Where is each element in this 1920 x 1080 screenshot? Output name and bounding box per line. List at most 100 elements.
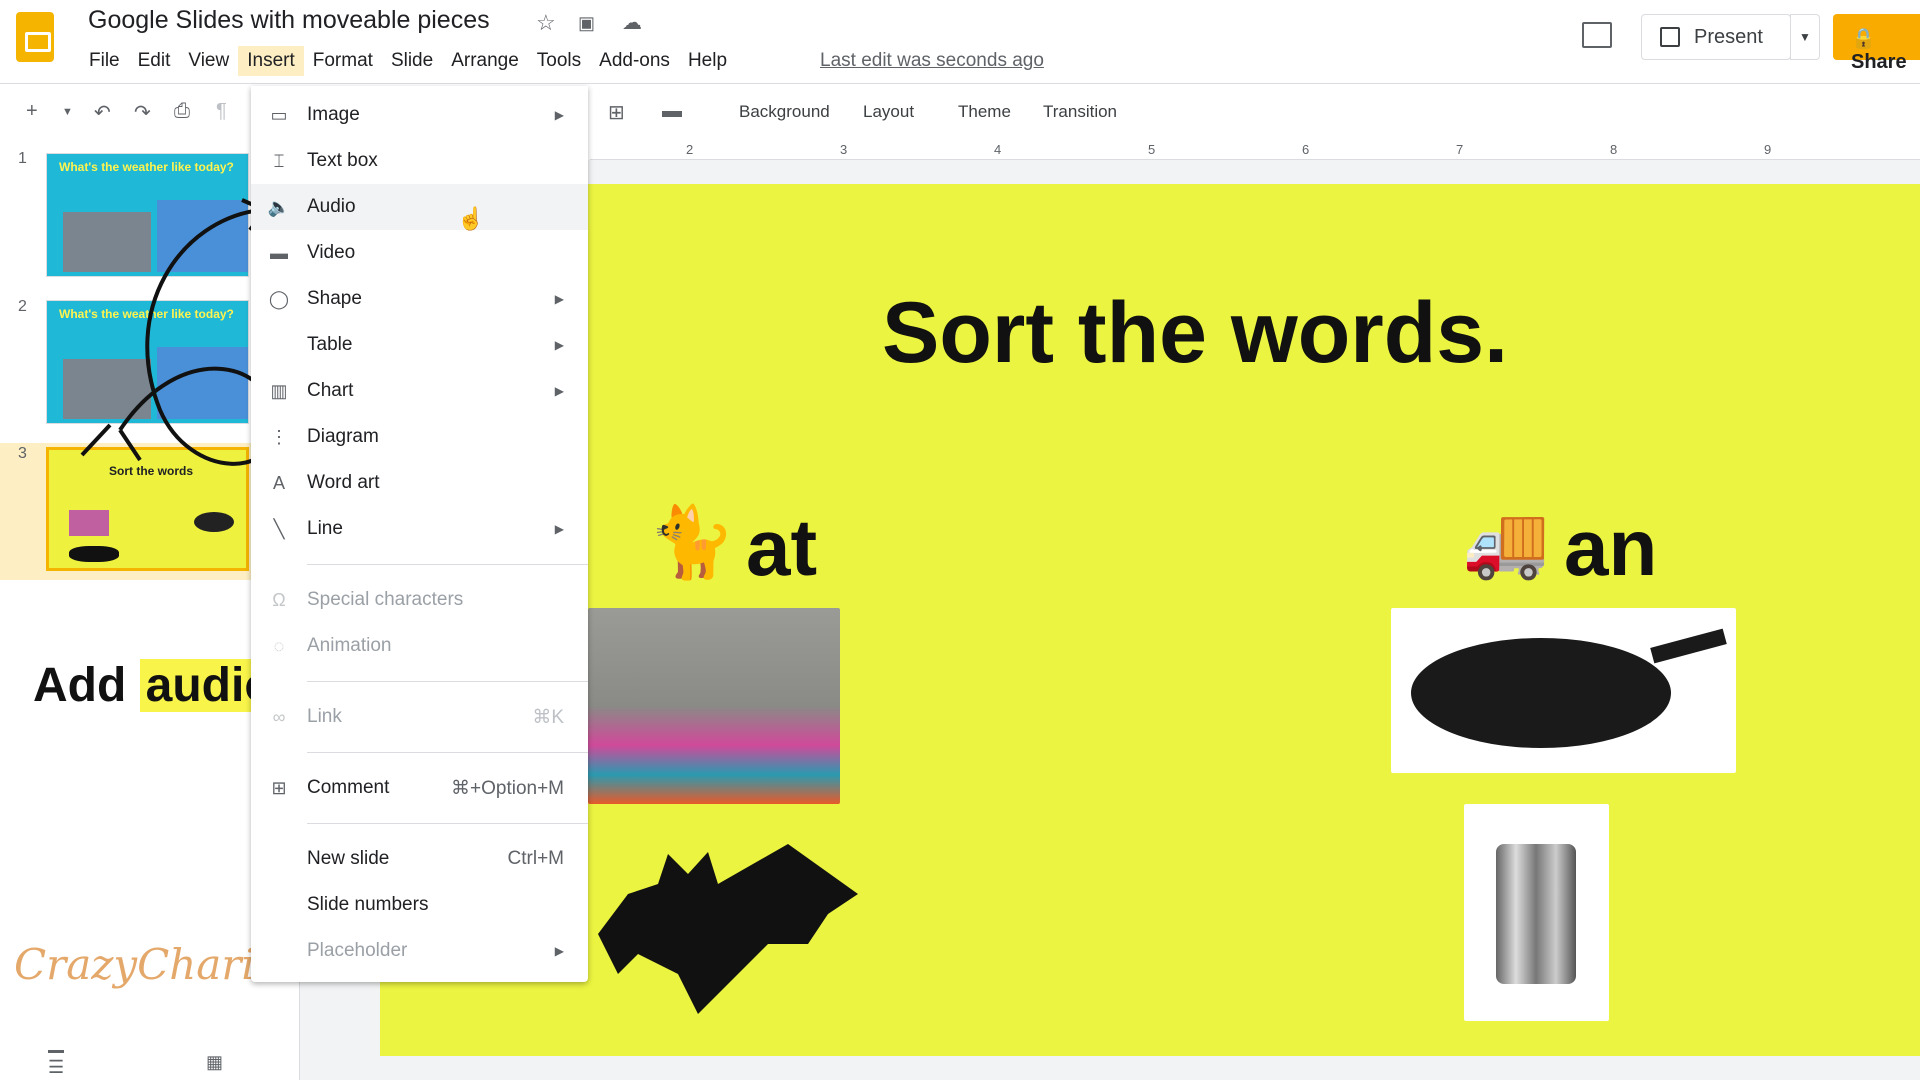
menu-shortcut: Ctrl+M: [507, 848, 564, 869]
present-label: Present: [1694, 25, 1763, 48]
menu-item-table[interactable]: Table ▶: [251, 322, 588, 368]
menu-shortcut: ⌘+Option+M: [451, 777, 564, 799]
list-view-icon[interactable]: ☰: [48, 1050, 65, 1078]
menu-item-image[interactable]: ▭ Image ▶: [251, 92, 588, 138]
menu-edit[interactable]: Edit: [129, 46, 180, 76]
line-icon: ╲: [273, 518, 285, 539]
truck-emoji[interactable]: 🚚: [1462, 502, 1549, 584]
menu-item-label: Link: [307, 706, 342, 727]
menu-slide[interactable]: Slide: [382, 46, 442, 76]
menu-item-word-art[interactable]: A Word art: [251, 460, 588, 506]
move-folder-icon[interactable]: ▣: [578, 13, 595, 34]
keyboard-icon[interactable]: ▬: [662, 100, 682, 123]
share-label: Share: [1851, 51, 1907, 73]
chevron-down-icon[interactable]: ▼: [62, 106, 73, 118]
video-icon: ▬: [270, 242, 288, 263]
menu-item-slide-numbers[interactable]: Slide numbers: [251, 882, 588, 928]
chart-icon: ▥: [270, 380, 288, 401]
menu-item-shape[interactable]: ◯ Shape ▶: [251, 276, 588, 322]
bat-image[interactable]: [588, 834, 888, 1014]
animation-icon: ◌: [273, 635, 285, 656]
submenu-arrow-icon: ▶: [554, 384, 564, 398]
star-icon[interactable]: ☆: [536, 10, 556, 36]
menu-format[interactable]: Format: [304, 46, 382, 76]
caption-add-audio: Add audio: [33, 658, 280, 713]
cloud-status-icon[interactable]: ☁: [622, 10, 642, 35]
menu-bar: File Edit View Insert Format Slide Arrange Tool…: [80, 46, 736, 76]
slide-number: 2: [18, 298, 27, 315]
word-an[interactable]: an: [1564, 502, 1657, 594]
omega-icon: Ω: [272, 589, 286, 610]
menu-view[interactable]: View: [179, 46, 238, 76]
transition-button[interactable]: Transition: [1043, 102, 1117, 122]
grid-view-icon[interactable]: ▦: [206, 1052, 223, 1073]
ruler-tick: 8: [1610, 142, 1618, 157]
paint-format-icon[interactable]: ¶: [216, 100, 227, 123]
last-edit-link[interactable]: Last edit was seconds ago: [820, 50, 1044, 72]
menu-separator: [307, 681, 588, 682]
menu-item-link[interactable]: ∞ Link ⌘K: [251, 694, 588, 740]
pan-image[interactable]: [1391, 608, 1736, 773]
comment-add-icon[interactable]: ⊞: [608, 100, 625, 125]
menu-item-chart[interactable]: ▥ Chart ▶: [251, 368, 588, 414]
hand-cursor-icon: ☝: [457, 206, 485, 231]
wordart-icon: A: [272, 472, 285, 493]
menu-tools[interactable]: Tools: [528, 46, 590, 76]
submenu-arrow-icon: ▶: [554, 338, 564, 352]
menu-item-comment[interactable]: ⊞ Comment ⌘+Option+M: [251, 765, 588, 811]
print-icon[interactable]: ⎙: [174, 100, 190, 123]
ruler-tick: 5: [1148, 142, 1156, 157]
menu-item-label: Chart: [307, 380, 354, 401]
menu-item-line[interactable]: ╲ Line ▶: [251, 506, 588, 552]
undo-icon[interactable]: ↶: [94, 100, 111, 125]
menu-addons[interactable]: Add-ons: [590, 46, 679, 76]
menu-shortcut: ⌘K: [532, 706, 564, 728]
menu-item-diagram[interactable]: ⋮ Diagram: [251, 414, 588, 460]
caption-add: Add: [33, 659, 127, 712]
word-at[interactable]: at: [746, 502, 817, 594]
cat-emoji[interactable]: 🐈: [648, 502, 735, 584]
menu-arrange[interactable]: Arrange: [442, 46, 528, 76]
menu-file[interactable]: File: [80, 46, 129, 76]
menu-item-label: Special characters: [307, 589, 464, 610]
share-button[interactable]: 🔒 Share: [1833, 14, 1920, 73]
menu-item-placeholder[interactable]: Placeholder ▶: [251, 928, 588, 974]
menu-item-animation[interactable]: ◌ Animation: [251, 623, 588, 669]
menu-item-label: Text box: [307, 150, 378, 171]
menu-item-audio[interactable]: 🔈 Audio ☝: [251, 184, 588, 231]
yoga-mats-image[interactable]: [588, 608, 840, 804]
can-image[interactable]: [1464, 804, 1609, 1021]
slide-canvas[interactable]: Sort the words. 🐈 at 🚚 an: [380, 184, 1920, 1056]
submenu-arrow-icon: ▶: [554, 522, 564, 536]
menu-item-label: Placeholder: [307, 940, 408, 961]
filmstrip-view-bar: ☰ ▦: [0, 1040, 300, 1080]
image-icon: ▭: [270, 104, 288, 125]
menu-item-label: Audio: [307, 196, 356, 217]
submenu-arrow-icon: ▶: [554, 944, 564, 958]
menu-item-new-slide[interactable]: New slide Ctrl+M: [251, 836, 588, 882]
theme-button[interactable]: Theme: [958, 102, 1011, 122]
menu-item-special-characters[interactable]: Ω Special characters: [251, 577, 588, 623]
menu-separator: [307, 752, 588, 753]
menu-item-label: Shape: [307, 288, 362, 309]
new-slide-icon[interactable]: +: [26, 100, 38, 123]
present-button[interactable]: Present: [1641, 14, 1791, 60]
document-title[interactable]: Google Slides with moveable pieces: [88, 6, 490, 35]
ruler-tick: 3: [840, 142, 848, 157]
menu-help[interactable]: Help: [679, 46, 736, 76]
menu-item-text-box[interactable]: ⌶ Text box: [251, 138, 588, 184]
redo-icon[interactable]: ↷: [134, 100, 151, 125]
comments-icon[interactable]: [1582, 22, 1612, 48]
audio-icon: 🔈: [267, 196, 291, 217]
divider: [0, 83, 1920, 84]
slides-logo[interactable]: [16, 12, 54, 62]
menu-separator: [307, 564, 588, 565]
menu-item-video[interactable]: ▬ Video: [251, 230, 588, 276]
ruler-tick: 6: [1302, 142, 1310, 157]
thumb-title: What's the weather like today?: [59, 160, 234, 174]
present-dropdown[interactable]: ▼: [1790, 14, 1820, 60]
menu-insert[interactable]: Insert: [238, 46, 304, 76]
background-button[interactable]: Background: [739, 102, 830, 122]
slide-title[interactable]: Sort the words.: [380, 284, 1920, 383]
layout-button[interactable]: Layout: [863, 102, 914, 122]
